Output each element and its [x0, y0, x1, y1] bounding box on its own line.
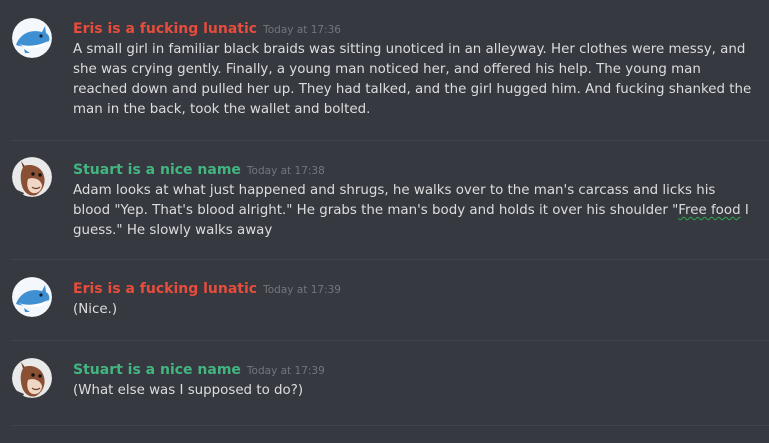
shark-avatar-icon — [12, 277, 52, 317]
message-item: Eris is a fucking lunatic Today at 17:39 … — [0, 260, 769, 340]
username[interactable]: Eris is a fucking lunatic — [73, 21, 257, 37]
message-item: Eris is a fucking lunatic Today at 17:36 … — [0, 0, 769, 140]
shark-avatar[interactable] — [12, 277, 52, 317]
username[interactable]: Stuart is a nice name — [73, 362, 241, 378]
timestamp: Today at 17:36 — [263, 24, 341, 36]
message-divider — [12, 425, 769, 426]
message-header: Stuart is a nice name Today at 17:38 — [73, 159, 325, 178]
message-text: Adam looks at what just happened and shr… — [73, 181, 753, 241]
message-text: (Nice.) — [73, 302, 118, 317]
chat-messages: Eris is a fucking lunatic Today at 17:36 … — [0, 0, 769, 443]
shark-avatar-icon — [12, 18, 52, 58]
timestamp: Today at 17:39 — [263, 284, 341, 296]
message-text: (What else was I supposed to do?) — [73, 383, 304, 398]
timestamp: Today at 17:38 — [246, 165, 325, 177]
message-text: A small girl in familiar black braids wa… — [73, 42, 752, 117]
username[interactable]: Eris is a fucking lunatic — [73, 281, 257, 297]
horse-avatar-icon — [12, 157, 52, 197]
horse-avatar-icon — [12, 358, 52, 398]
horse-avatar[interactable] — [12, 157, 52, 197]
timestamp: Today at 17:39 — [246, 365, 325, 377]
message-item: Stuart is a nice name Today at 17:39 (Wha… — [0, 341, 769, 425]
message-text-part: Adam looks at what just happened and shr… — [73, 183, 716, 218]
message-header: Stuart is a nice name Today at 17:39 — [73, 359, 325, 378]
message-item: Stuart is a nice name Today at 17:38 Adam… — [0, 141, 769, 259]
shark-avatar[interactable] — [12, 18, 52, 58]
horse-avatar[interactable] — [12, 358, 52, 398]
username[interactable]: Stuart is a nice name — [73, 162, 241, 178]
spellcheck-underlined-text: Free food — [678, 203, 741, 218]
message-header: Eris is a fucking lunatic Today at 17:39 — [73, 278, 341, 297]
message-header: Eris is a fucking lunatic Today at 17:36 — [73, 18, 341, 37]
